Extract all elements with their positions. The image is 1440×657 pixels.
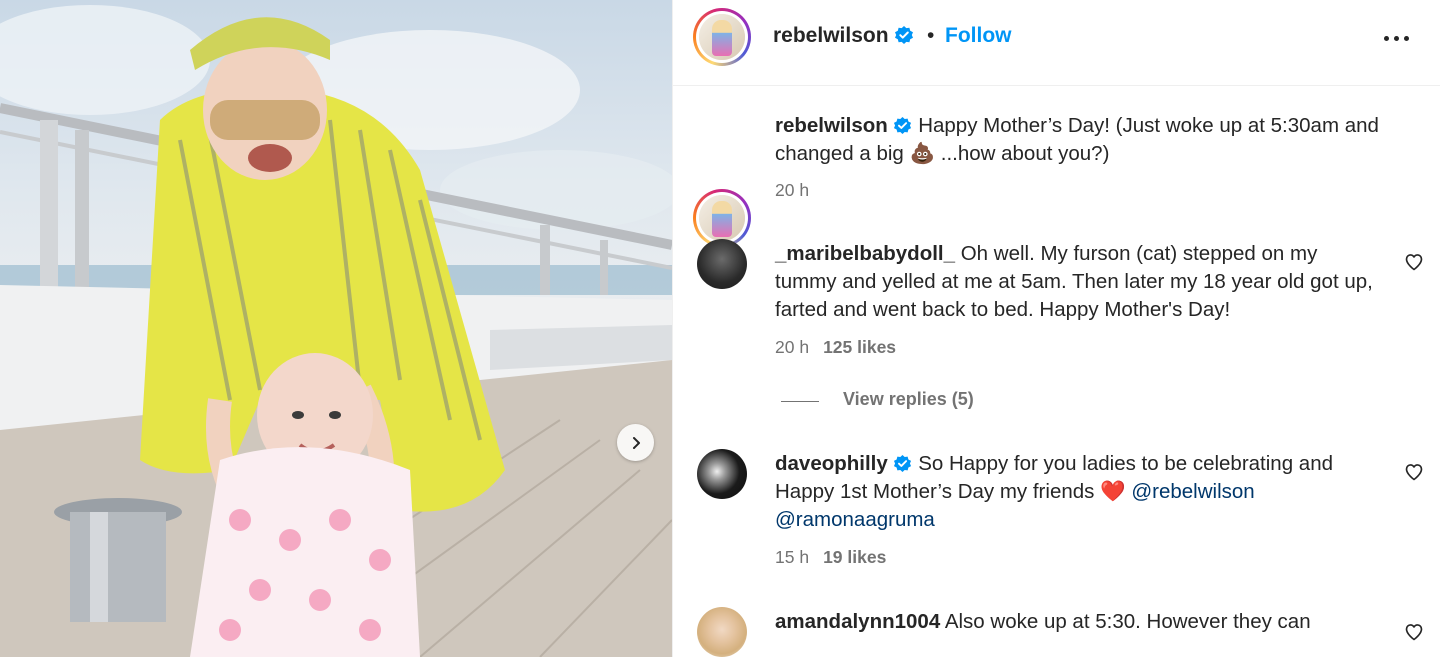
comment-meta: 20 h 125 likes — [775, 337, 896, 358]
caption-time[interactable]: 20 h — [775, 180, 809, 200]
post-caption: rebelwilson Happy Mother’s Day! (Just wo… — [673, 86, 1440, 247]
comment-text: daveophilly So Happy for you ladies to b… — [775, 450, 1395, 534]
mention-link[interactable]: @ramonaagruma — [775, 508, 935, 531]
heart-outline-icon[interactable] — [1404, 462, 1424, 482]
more-options-icon[interactable] — [1378, 30, 1414, 46]
comment-username[interactable]: _maribelbabydoll_ — [775, 242, 955, 265]
caption-body-2: ...how about you?) — [935, 142, 1110, 165]
mention-link[interactable]: @rebelwilson — [1131, 480, 1254, 503]
caption-text: rebelwilson Happy Mother’s Day! (Just wo… — [775, 112, 1385, 168]
view-replies-line — [781, 401, 819, 402]
comment-username[interactable]: amandalynn1004 — [775, 610, 940, 633]
header-separator: • — [927, 24, 935, 47]
comment-time[interactable]: 15 h — [775, 547, 809, 567]
follow-button[interactable]: Follow — [945, 24, 1012, 48]
post-photo — [0, 0, 672, 657]
photo-illustration — [0, 5, 672, 657]
header-username-text[interactable]: rebelwilson — [773, 24, 889, 47]
comment-text: amandalynn1004 Also woke up at 5:30. How… — [775, 608, 1375, 636]
comment-likes[interactable]: 125 likes — [823, 337, 896, 357]
comment-username[interactable]: daveophilly — [775, 452, 888, 475]
verified-badge-icon — [895, 26, 914, 44]
comment-meta: 15 h 19 likes — [775, 547, 886, 568]
comment-likes[interactable]: 19 likes — [823, 547, 886, 567]
comment-item: _maribelbabydoll_ Oh well. My furson (ca… — [673, 230, 1440, 380]
post-header: rebelwilson • Follow — [673, 0, 1440, 86]
commenter-avatar[interactable] — [697, 607, 747, 657]
comment-body: Also woke up at 5:30. However they can — [944, 610, 1311, 633]
comment-item: daveophilly So Happy for you ladies to b… — [673, 440, 1440, 590]
heart-outline-icon[interactable] — [1404, 622, 1424, 642]
header-username[interactable]: rebelwilson — [773, 24, 914, 48]
comment-item: amandalynn1004 Also woke up at 5:30. How… — [673, 598, 1440, 657]
next-photo-button[interactable] — [617, 424, 654, 461]
heart-emoji: ❤️ — [1100, 480, 1126, 503]
caption-timestamp[interactable]: 20 h — [775, 180, 809, 201]
poop-emoji: 💩 — [909, 142, 936, 165]
post-side-panel: rebelwilson • Follow rebelwilson Happy M… — [673, 0, 1440, 657]
view-replies-label[interactable]: View replies (5) — [843, 389, 974, 410]
comment-text: _maribelbabydoll_ Oh well. My furson (ca… — [775, 240, 1375, 324]
chevron-right-icon — [632, 436, 640, 449]
verified-badge-icon — [894, 116, 912, 135]
header-avatar[interactable] — [693, 8, 751, 66]
comment-time[interactable]: 20 h — [775, 337, 809, 357]
verified-badge-icon — [894, 454, 912, 473]
heart-outline-icon[interactable] — [1404, 252, 1424, 272]
caption-username[interactable]: rebelwilson — [775, 114, 888, 137]
commenter-avatar[interactable] — [697, 239, 747, 289]
commenter-avatar[interactable] — [697, 449, 747, 499]
